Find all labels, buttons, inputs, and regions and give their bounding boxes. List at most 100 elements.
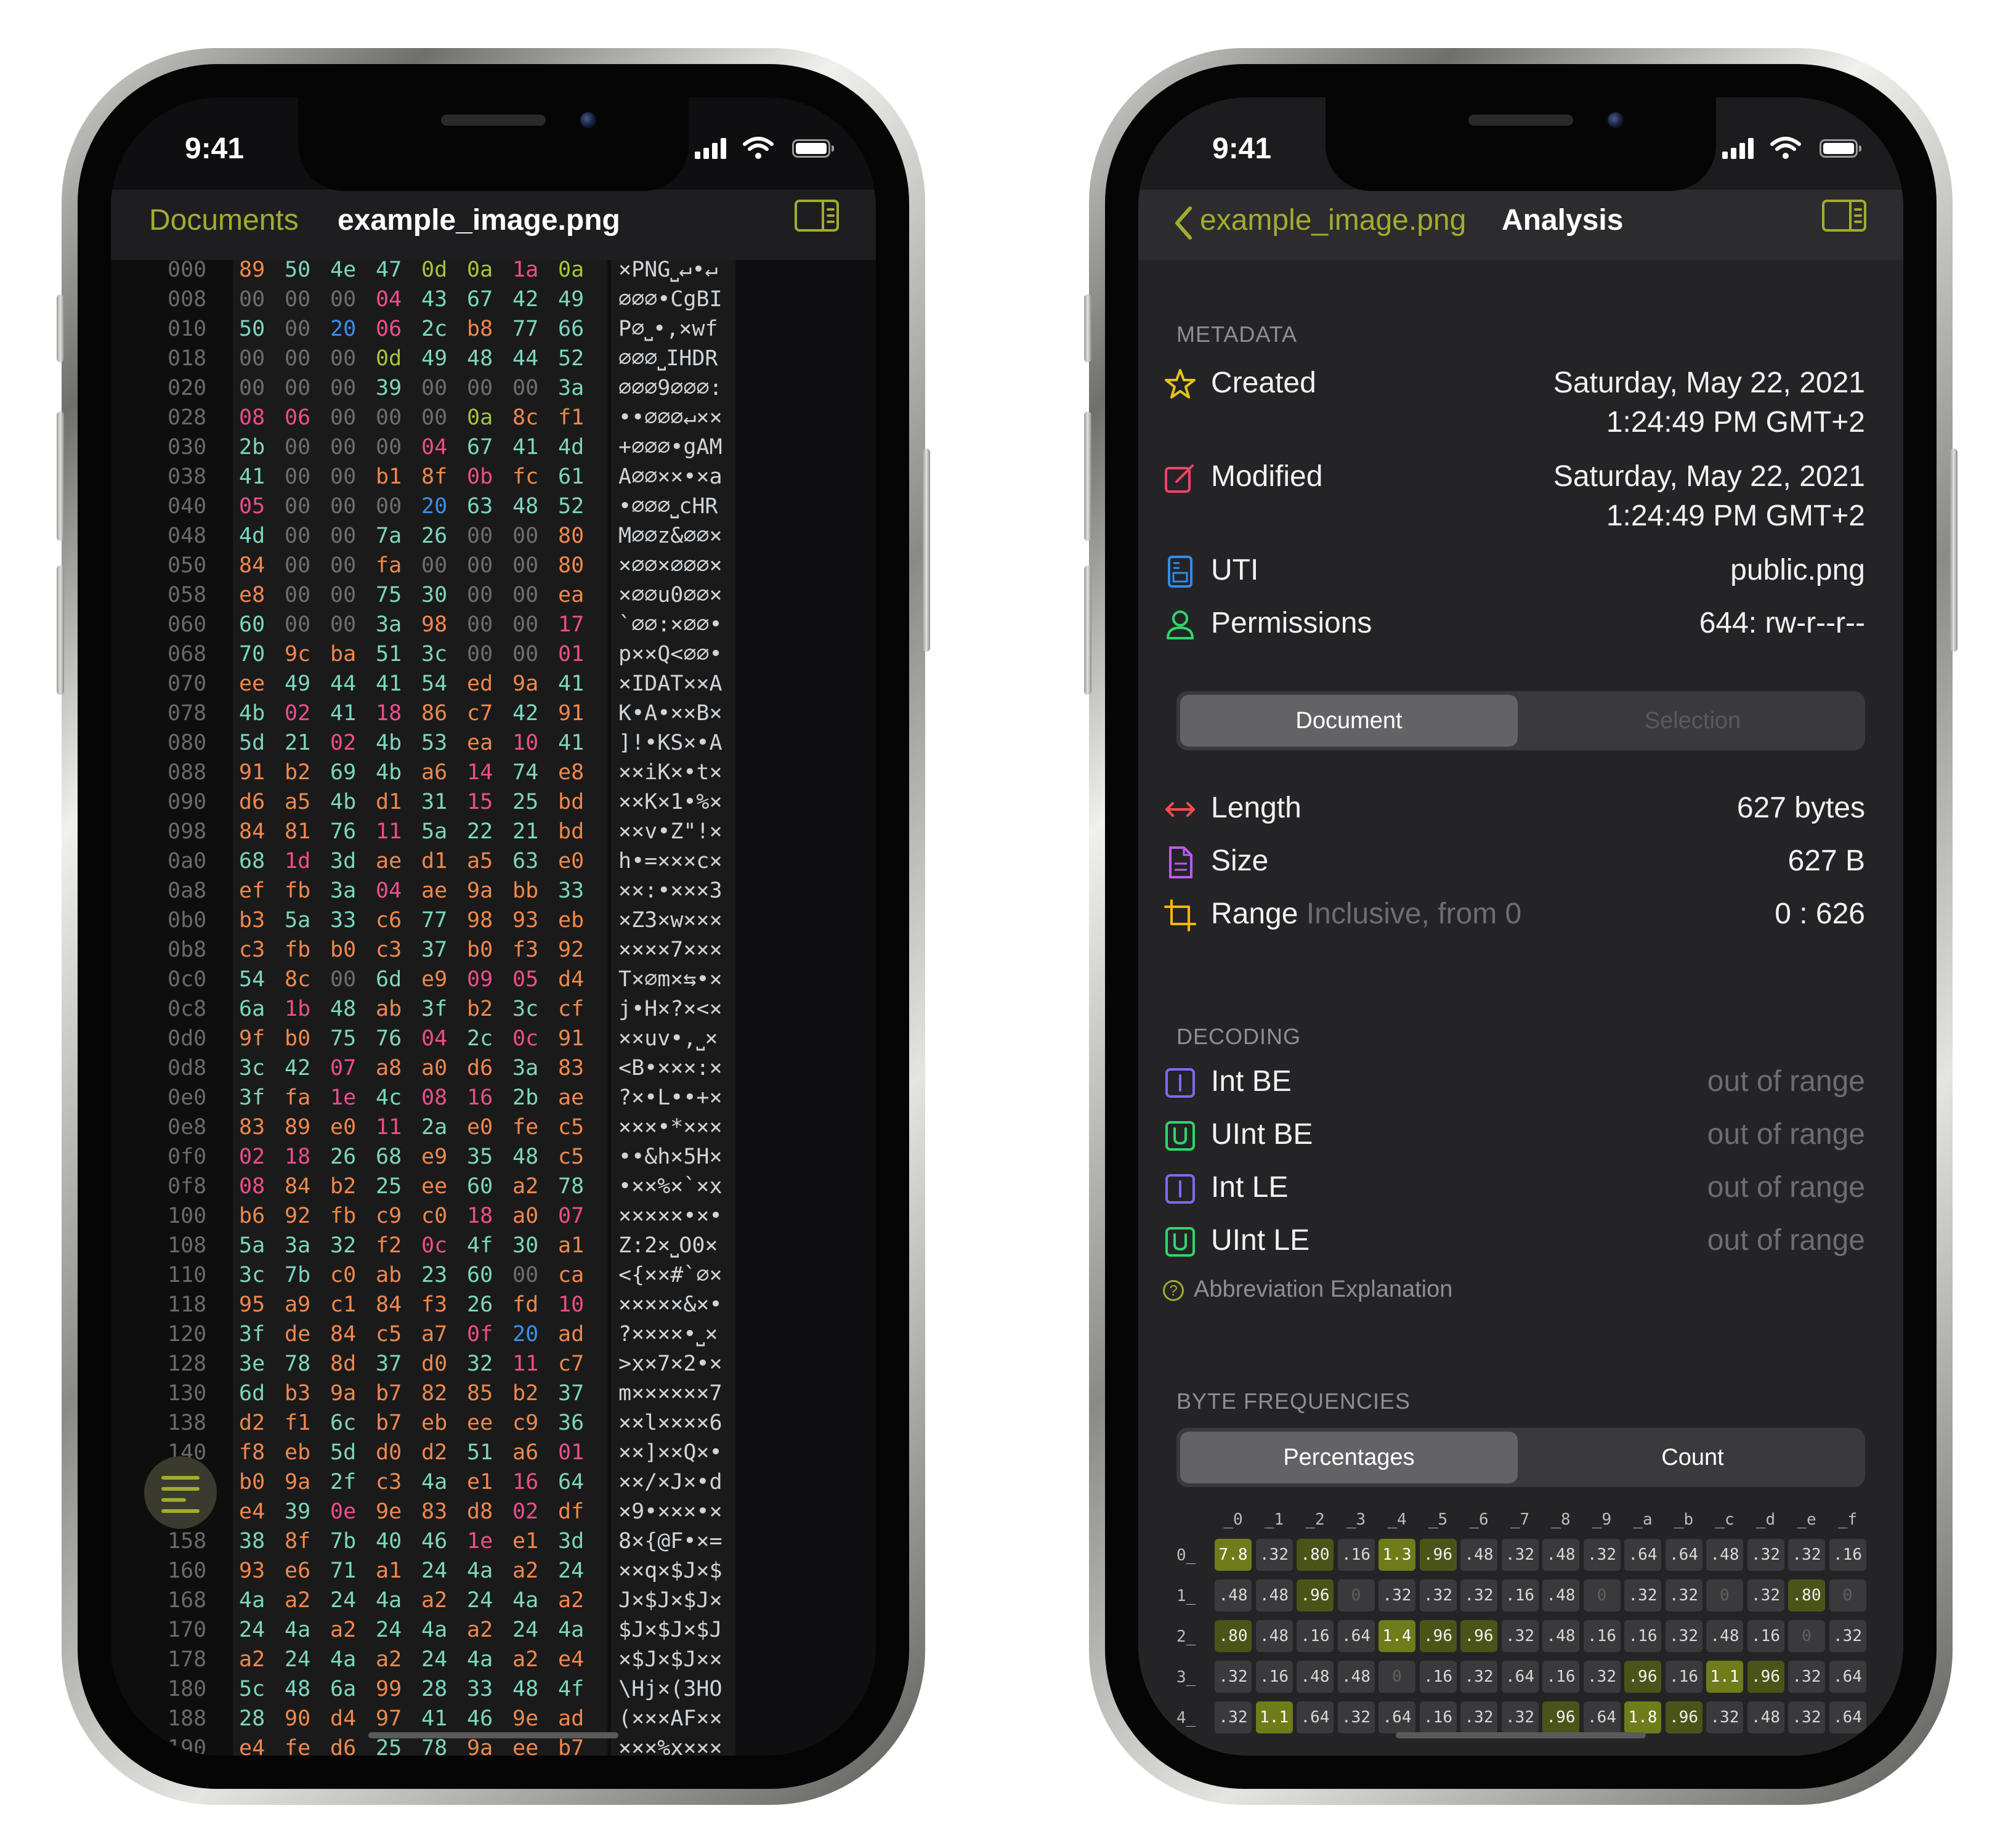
hex-byte[interactable]: 24 — [421, 1645, 458, 1674]
hex-byte[interactable]: 24 — [467, 1586, 504, 1615]
hex-byte[interactable]: bd — [558, 817, 595, 846]
hex-byte[interactable]: 89 — [285, 1112, 322, 1142]
hex-byte[interactable]: 5d — [330, 1438, 367, 1467]
hex-byte[interactable]: 6a — [330, 1674, 367, 1704]
hex-byte[interactable]: 3a — [376, 610, 413, 639]
hex-byte[interactable]: 3d — [330, 846, 367, 876]
hex-byte[interactable]: 00 — [467, 521, 504, 551]
hex-byte[interactable]: 3a — [558, 373, 595, 403]
hex-byte[interactable]: 04 — [376, 876, 413, 906]
hex-row[interactable]: 0a8 ef fb 3a 04 ae 9a bb 33 ××:•×××3 — [111, 876, 876, 906]
frequency-cell[interactable]: 1.4 — [1378, 1620, 1415, 1652]
hex-byte[interactable]: 2b — [512, 1083, 549, 1112]
hex-byte[interactable]: 00 — [285, 551, 322, 580]
frequency-cell[interactable]: .96 — [1624, 1661, 1661, 1693]
hex-byte[interactable]: 1b — [285, 994, 322, 1024]
ascii-text[interactable]: ××iK×•t× — [618, 758, 735, 787]
hex-byte[interactable]: 48 — [512, 492, 549, 521]
decoding-row-uint-be[interactable]: UInt BE out of range — [1163, 1114, 1865, 1157]
hex-byte[interactable]: e4 — [239, 1733, 276, 1756]
hex-byte[interactable]: 4b — [330, 787, 367, 817]
frequency-cell[interactable]: .16 — [1665, 1661, 1702, 1693]
hex-byte[interactable]: 07 — [558, 1201, 595, 1231]
hex-byte[interactable]: 21 — [512, 817, 549, 846]
hex-byte[interactable]: 41 — [421, 1704, 458, 1733]
analysis-list[interactable]: METADATA Created Saturday, May 22, 2021 … — [1138, 260, 1903, 1756]
hex-byte[interactable]: d4 — [558, 965, 595, 994]
ascii-text[interactable]: ××:•×××3 — [618, 876, 735, 906]
frequency-cell[interactable]: .48 — [1297, 1661, 1334, 1693]
hex-byte[interactable]: b7 — [376, 1408, 413, 1438]
hex-byte[interactable]: 32 — [467, 1349, 504, 1379]
ascii-text[interactable]: ⌀⌀⌀9⌀⌀⌀: — [618, 373, 735, 403]
frequency-cell[interactable]: .32 — [1747, 1539, 1784, 1571]
ascii-text[interactable]: ×PNG⎵↵•↵ — [618, 260, 735, 285]
hex-byte[interactable]: 00 — [512, 1260, 549, 1290]
hex-row[interactable]: 090 d6 a5 4b d1 31 15 25 bd ××K×1•%× — [111, 787, 876, 817]
hex-byte[interactable]: d0 — [421, 1349, 458, 1379]
hex-byte[interactable]: 37 — [376, 1349, 413, 1379]
frequency-cell[interactable]: .48 — [1542, 1579, 1579, 1611]
hex-byte[interactable]: b8 — [467, 314, 504, 344]
frequency-cell[interactable]: .48 — [1706, 1539, 1743, 1571]
hex-byte[interactable]: 3c — [239, 1260, 276, 1290]
hex-row[interactable]: 118 95 a9 c1 84 f3 26 fd 10 ×××××&×• — [111, 1290, 876, 1319]
back-documents-button[interactable]: Documents — [149, 203, 299, 237]
hex-byte[interactable]: 00 — [512, 373, 549, 403]
hex-byte[interactable]: b2 — [330, 1172, 367, 1201]
hex-byte[interactable]: 10 — [558, 1290, 595, 1319]
hex-byte[interactable]: a2 — [376, 1645, 413, 1674]
back-file-button[interactable]: example_image.png — [1200, 203, 1466, 237]
hex-byte[interactable]: 08 — [421, 1083, 458, 1112]
hex-byte[interactable]: a0 — [421, 1053, 458, 1083]
hex-byte[interactable]: e1 — [512, 1526, 549, 1556]
hex-byte[interactable]: 98 — [467, 906, 504, 935]
hex-byte[interactable]: 25 — [376, 1172, 413, 1201]
hex-byte[interactable]: 02 — [512, 1497, 549, 1526]
home-indicator[interactable] — [368, 1732, 618, 1738]
hex-byte[interactable]: a2 — [330, 1615, 367, 1645]
hex-row[interactable]: 0d8 3c 42 07 a8 a0 d6 3a 83 <B•×××:× — [111, 1053, 876, 1083]
hex-byte[interactable]: 00 — [285, 580, 322, 610]
hex-byte[interactable]: 6c — [330, 1408, 367, 1438]
hex-byte[interactable]: a2 — [467, 1615, 504, 1645]
hex-byte[interactable]: c9 — [512, 1408, 549, 1438]
hex-byte[interactable]: 00 — [376, 432, 413, 462]
hex-byte[interactable]: 42 — [512, 699, 549, 728]
hex-byte[interactable]: 84 — [285, 1172, 322, 1201]
hex-byte[interactable]: d0 — [376, 1438, 413, 1467]
hex-byte[interactable]: 1d — [285, 846, 322, 876]
hex-byte[interactable]: d2 — [421, 1438, 458, 1467]
frequency-cell[interactable]: 1.8 — [1624, 1701, 1661, 1733]
hex-byte[interactable]: 5a — [285, 906, 322, 935]
hex-byte[interactable]: ca — [558, 1260, 595, 1290]
frequency-cell[interactable]: .64 — [1297, 1701, 1334, 1733]
frequency-cell[interactable]: .32 — [1501, 1539, 1539, 1571]
hex-byte[interactable]: 33 — [467, 1674, 504, 1704]
frequency-cell[interactable]: 1.1 — [1255, 1701, 1293, 1733]
frequency-cell[interactable]: .32 — [1665, 1579, 1702, 1611]
hex-byte[interactable]: 49 — [421, 344, 458, 373]
hex-byte[interactable]: a0 — [512, 1201, 549, 1231]
scope-segmented-control[interactable]: Document Selection — [1176, 691, 1865, 750]
hex-row[interactable]: 018 00 00 00 0d 49 48 44 52 ⌀⌀⌀⎵IHDR — [111, 344, 876, 373]
ascii-text[interactable]: 8×{@F•×= — [618, 1526, 735, 1556]
hex-byte[interactable]: d1 — [376, 787, 413, 817]
hex-byte[interactable]: 04 — [376, 285, 413, 314]
hex-byte[interactable]: 60 — [467, 1172, 504, 1201]
hex-byte[interactable]: de — [285, 1319, 322, 1349]
hex-byte[interactable]: 3c — [512, 994, 549, 1024]
frequency-cell[interactable]: .32 — [1747, 1579, 1784, 1611]
hex-byte[interactable]: 15 — [467, 787, 504, 817]
hex-byte[interactable]: 3d — [558, 1526, 595, 1556]
hex-byte[interactable]: 41 — [376, 669, 413, 699]
hex-byte[interactable]: 7b — [330, 1526, 367, 1556]
hex-byte[interactable]: 00 — [330, 492, 367, 521]
hex-byte[interactable]: 7a — [376, 521, 413, 551]
hex-byte[interactable]: 46 — [421, 1526, 458, 1556]
hex-byte[interactable]: 18 — [376, 699, 413, 728]
hex-byte[interactable]: 3a — [330, 876, 367, 906]
hex-row[interactable]: 058 e8 00 00 75 30 00 00 ea ×⌀⌀u0⌀⌀× — [111, 580, 876, 610]
frequency-cell[interactable]: .32 — [1255, 1539, 1293, 1571]
hex-byte[interactable]: 08 — [239, 403, 276, 432]
